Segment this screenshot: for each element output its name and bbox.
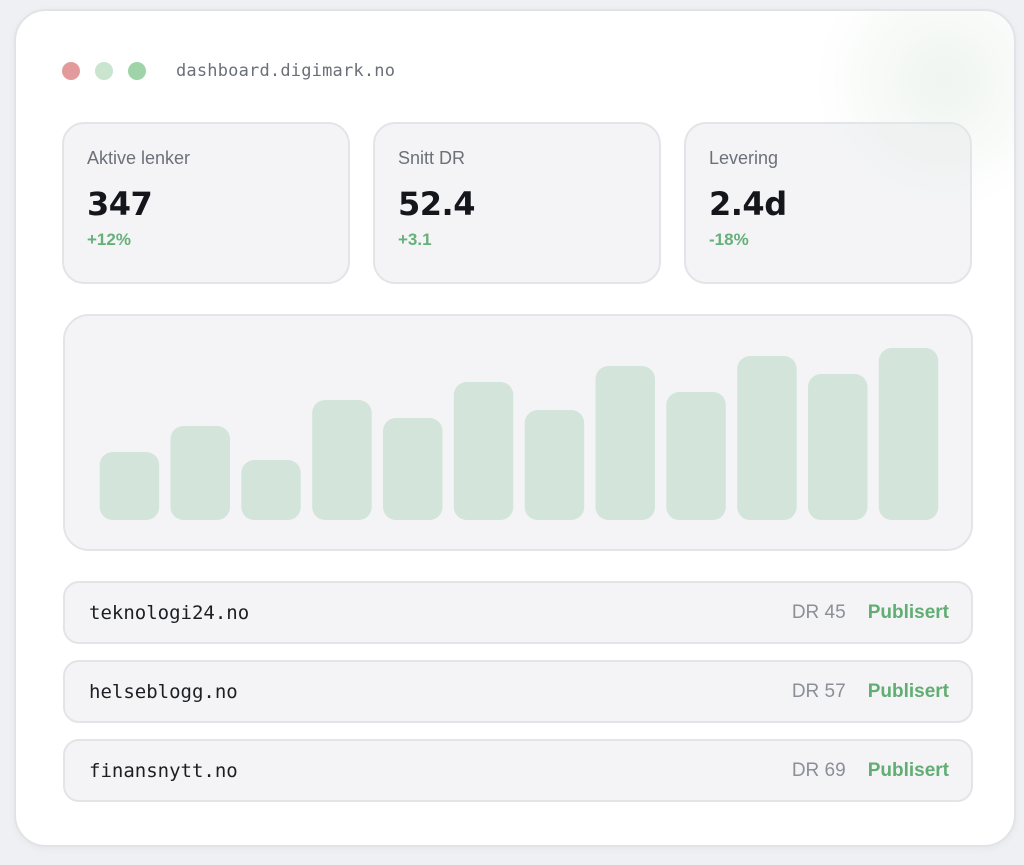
stat-value: 2.4d bbox=[709, 185, 787, 223]
stat-label: Snitt DR bbox=[398, 148, 466, 168]
stat-card-avg-dr: Snitt DR 52.4 +3.1 bbox=[373, 122, 661, 284]
link-domain: teknologi24.no bbox=[89, 601, 250, 624]
link-row[interactable]: finansnytt.no DR 69 Publisert bbox=[63, 739, 973, 802]
chart-bar bbox=[666, 392, 726, 520]
link-row[interactable]: helseblogg.no DR 57 Publisert bbox=[63, 660, 973, 723]
minimize-dot-icon[interactable] bbox=[95, 62, 113, 80]
chart-bar bbox=[737, 356, 797, 520]
stat-card-delivery: Levering 2.4d -18% bbox=[684, 122, 972, 284]
bar-chart bbox=[63, 314, 973, 551]
link-dr: DR 69 bbox=[791, 759, 846, 781]
link-status: Publisert bbox=[867, 680, 949, 702]
chart-bar bbox=[312, 400, 372, 520]
chart-bar bbox=[241, 460, 301, 520]
stat-card-active-links: Aktive lenker 347 +12% bbox=[62, 122, 350, 284]
chart-bar bbox=[383, 418, 443, 520]
link-domain: finansnytt.no bbox=[89, 759, 238, 782]
chart-bar bbox=[453, 382, 514, 520]
bar-chart-svg bbox=[99, 348, 939, 520]
window-titlebar: dashboard.digimark.no bbox=[62, 61, 395, 81]
stat-delta: -18% bbox=[709, 230, 749, 249]
link-status: Publisert bbox=[867, 601, 949, 623]
chart-bar bbox=[524, 410, 585, 520]
maximize-dot-icon[interactable] bbox=[128, 62, 146, 80]
link-dr: DR 45 bbox=[791, 601, 846, 623]
chart-bar bbox=[808, 374, 868, 520]
stat-label: Levering bbox=[709, 148, 779, 168]
close-dot-icon[interactable] bbox=[62, 62, 80, 80]
browser-window: dashboard.digimark.no Aktive lenker 347 … bbox=[14, 9, 1016, 847]
link-dr: DR 57 bbox=[791, 680, 846, 702]
chart-bar bbox=[99, 452, 160, 520]
stat-delta: +3.1 bbox=[398, 230, 432, 249]
link-status: Publisert bbox=[867, 759, 949, 781]
url-label: dashboard.digimark.no bbox=[176, 61, 396, 81]
chart-bar bbox=[595, 366, 655, 520]
link-row[interactable]: teknologi24.no DR 45 Publisert bbox=[63, 581, 973, 644]
link-domain: helseblogg.no bbox=[89, 680, 238, 703]
stat-label: Aktive lenker bbox=[87, 148, 191, 168]
chart-bar bbox=[878, 348, 939, 520]
stat-value: 347 bbox=[87, 185, 153, 223]
chart-bar bbox=[170, 426, 230, 520]
stat-value: 52.4 bbox=[398, 185, 475, 223]
stat-delta: +12% bbox=[87, 230, 131, 249]
